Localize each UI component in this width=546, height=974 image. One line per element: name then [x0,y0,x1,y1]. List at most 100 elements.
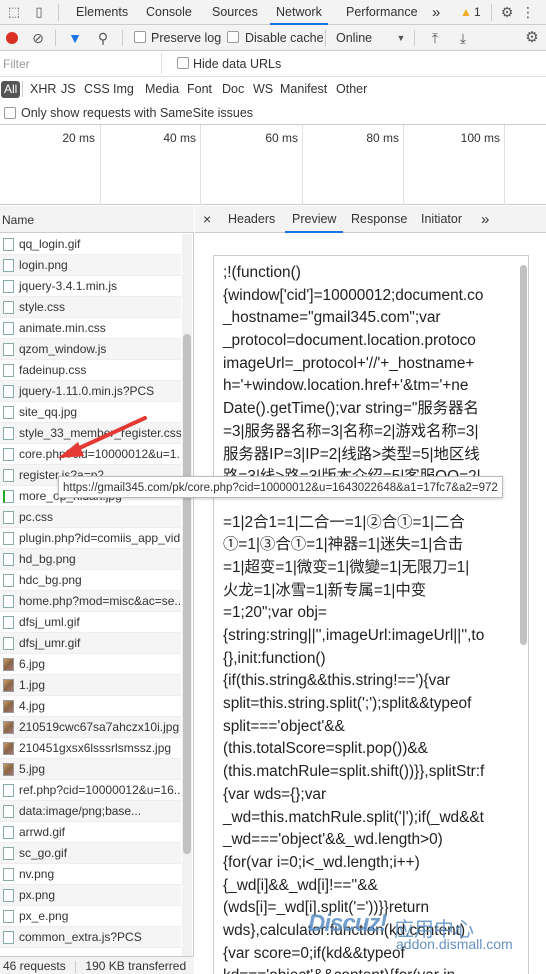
tab-elements[interactable]: Elements [76,0,128,25]
scrollbar-thumb[interactable] [183,334,191,854]
tab-sources[interactable]: Sources [212,0,258,25]
request-row[interactable]: nv.png [0,864,181,885]
request-row[interactable]: pc.css [0,507,181,528]
preview-scrollbar[interactable] [520,255,528,974]
request-row[interactable]: style.css [0,297,181,318]
request-row[interactable]: px_e.png [0,906,181,927]
kebab-menu-icon[interactable]: ⋮ [520,4,536,20]
network-settings-icon[interactable]: ⚙ [523,29,541,47]
type-filter-manifest[interactable]: Manifest [280,77,327,101]
request-row[interactable]: 210519cwc67sa7ahczx10i.jpg [0,717,181,738]
request-list-scrollbar[interactable] [182,234,192,956]
request-row[interactable]: common_extra.js?PCS [0,927,181,948]
request-row[interactable]: fadeinup.css [0,360,181,381]
tab-initiator[interactable]: Initiator [421,206,462,233]
timeline-overview[interactable]: 20 ms 40 ms 60 ms 80 ms 100 ms [0,125,546,205]
request-row[interactable]: px.png [0,885,181,906]
name-column-header[interactable]: Name [0,206,194,233]
type-filter-all[interactable]: All [1,81,21,98]
type-filter-ws[interactable]: WS [253,77,273,101]
tab-preview[interactable]: Preview [285,206,344,233]
type-filter-other[interactable]: Other [336,77,367,101]
request-row[interactable]: 6.jpg [0,654,181,675]
scrollbar-thumb[interactable] [520,265,527,645]
image-thumbnail-icon [3,763,14,776]
device-toolbar-icon[interactable]: ▯ [31,4,47,20]
tab-headers[interactable]: Headers [228,206,275,233]
samesite-checkbox[interactable] [4,107,16,119]
type-filter-css[interactable]: CSS [84,77,110,101]
chevron-down-icon[interactable]: ▼ [392,29,410,47]
request-row[interactable]: login.png [0,255,181,276]
request-row[interactable]: hd_bg.png [0,549,181,570]
preview-line: {var wds={};var [223,785,327,803]
preview-line: {for(var i=0;i<_wd.length;i++) [223,853,420,871]
timeline-tick-label: 80 ms [366,131,399,145]
type-filter-img[interactable]: Img [113,77,134,101]
request-row[interactable]: sc_go.gif [0,843,181,864]
filter-input[interactable] [0,53,162,74]
request-row[interactable]: data:image/png;base... [0,801,181,822]
timeline-gridline [504,125,505,205]
annotation-arrow [58,416,147,458]
watermark-url: addon.dismall.com [396,936,513,952]
settings-icon[interactable]: ⚙ [499,4,515,20]
disable-cache-checkbox[interactable] [227,31,239,43]
type-filter-media[interactable]: Media [145,77,179,101]
close-detail-button[interactable]: × [203,206,211,233]
request-row[interactable]: dfsj_uml.gif [0,612,181,633]
request-row[interactable]: 1.jpg [0,675,181,696]
search-icon[interactable]: ⚲ [94,29,112,47]
response-preview[interactable]: ;!(function() {window['cid']=10000012;doc… [213,255,529,974]
request-row[interactable]: 210451gxsx6lsssrlsmssz.jpg [0,738,181,759]
request-row[interactable]: jquery-1.11.0.min.js?PCS [0,381,181,402]
file-icon [3,490,14,503]
preview-line: imageUrl=_protocol+'//'+_hostname+ [223,354,475,372]
watermark: Discuz! 应用中心 addon.dismall.com [298,910,538,960]
import-har-icon[interactable]: ⤒ [426,29,444,47]
more-detail-tabs-button[interactable]: » [481,206,489,233]
export-har-icon[interactable]: ⤓ [454,29,472,47]
preserve-log-checkbox[interactable] [134,31,146,43]
disable-cache-label: Disable cache [245,31,324,45]
filter-icon[interactable]: ▼ [66,29,84,47]
file-icon [3,931,14,944]
request-row[interactable]: home.php?mod=misc&ac=se... [0,591,181,612]
file-icon [3,343,14,356]
request-row[interactable]: dfsj_umr.gif [0,633,181,654]
tab-network[interactable]: Network [270,0,328,25]
request-row[interactable]: hdc_bg.png [0,570,181,591]
tab-console[interactable]: Console [146,0,192,25]
type-filter-js[interactable]: JS [61,77,76,101]
inspect-element-icon[interactable]: ⬚ [6,4,22,20]
request-row[interactable]: qq_login.gif [0,234,181,255]
request-row[interactable]: ref.php?cid=10000012&u=16... [0,780,181,801]
more-tabs-button[interactable]: » [432,0,440,25]
type-filter-xhr[interactable]: XHR [30,77,56,101]
request-row[interactable]: animate.min.css [0,318,181,339]
request-row[interactable]: arrwd.gif [0,822,181,843]
hide-data-urls-checkbox[interactable] [177,57,189,69]
preview-line: kd==='object'&&content){for(var in [223,965,518,974]
throttle-select[interactable]: Online [336,25,372,51]
warning-count[interactable]: 1 [474,0,481,25]
timeline-gridline [302,125,303,205]
request-name: qq_login.gif [19,237,81,251]
type-filter-font[interactable]: Font [187,77,212,101]
record-button[interactable] [3,29,21,47]
request-row[interactable]: plugin.php?id=comiis_app_vid [0,528,181,549]
hide-data-urls-label: Hide data URLs [193,57,282,71]
type-filter-doc[interactable]: Doc [222,77,244,101]
request-row[interactable]: jquery-3.4.1.min.js [0,276,181,297]
file-icon [3,889,14,902]
request-row[interactable]: 4.jpg [0,696,181,717]
request-row[interactable]: qzom_window.js [0,339,181,360]
tab-response[interactable]: Response [351,206,407,233]
request-row[interactable]: 5.jpg [0,759,181,780]
preview-line: {_wd[i]&&_wd[i]!==''&& [223,876,378,894]
clear-icon[interactable]: ⊘ [29,29,47,47]
request-name: animate.min.css [19,321,106,335]
image-thumbnail-icon [3,679,14,692]
warning-icon[interactable]: ▲ [458,4,474,20]
tab-performance[interactable]: Performance [346,0,418,25]
